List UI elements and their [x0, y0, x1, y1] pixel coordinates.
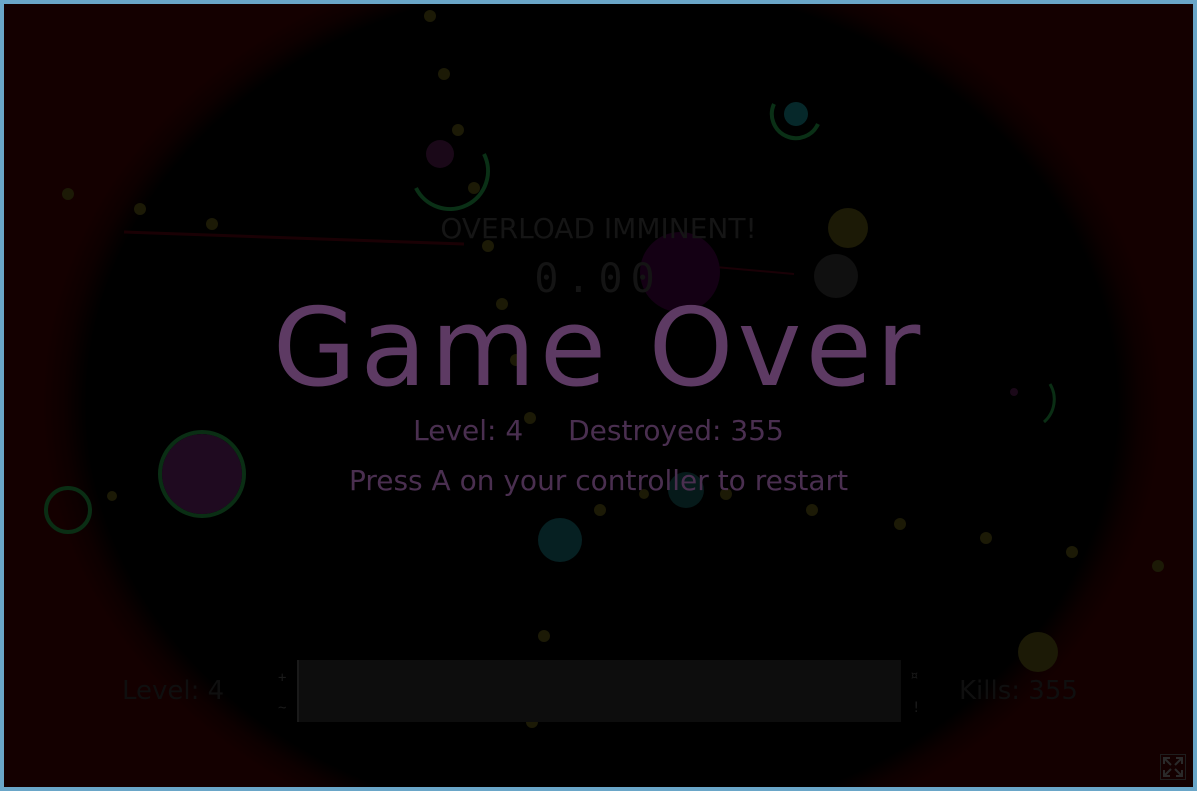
game-over-title: Game Over	[272, 286, 925, 411]
fullscreen-button[interactable]	[1160, 754, 1186, 780]
orb-teal	[784, 102, 808, 126]
overload-warning: OVERLOAD IMMINENT!	[440, 212, 757, 245]
bar-glyph-plus: +	[278, 670, 287, 686]
hud-kills: Kills: 355	[959, 676, 1078, 706]
final-stats: Level: 4 Destroyed: 355	[4, 414, 1193, 447]
bar-glyph-bang: !	[912, 700, 921, 716]
orb-yellow	[1018, 632, 1058, 672]
fullscreen-icon	[1163, 757, 1183, 777]
final-level: Level: 4	[413, 414, 524, 447]
ring-arc-green	[414, 153, 490, 211]
restart-prompt: Press A on your controller to restart	[348, 464, 849, 497]
hud-level: Level: 4	[122, 676, 225, 706]
orb-purple	[426, 140, 454, 168]
bar-glyph-square: ¤	[910, 668, 919, 684]
orb-teal	[538, 518, 582, 562]
bar-glyph-tilde: ~	[278, 700, 287, 716]
game-frame: OVERLOAD IMMINENT! 0.00 Game Over Level:…	[0, 0, 1197, 791]
overload-meter	[297, 660, 901, 722]
final-destroyed: Destroyed: 355	[568, 414, 784, 447]
